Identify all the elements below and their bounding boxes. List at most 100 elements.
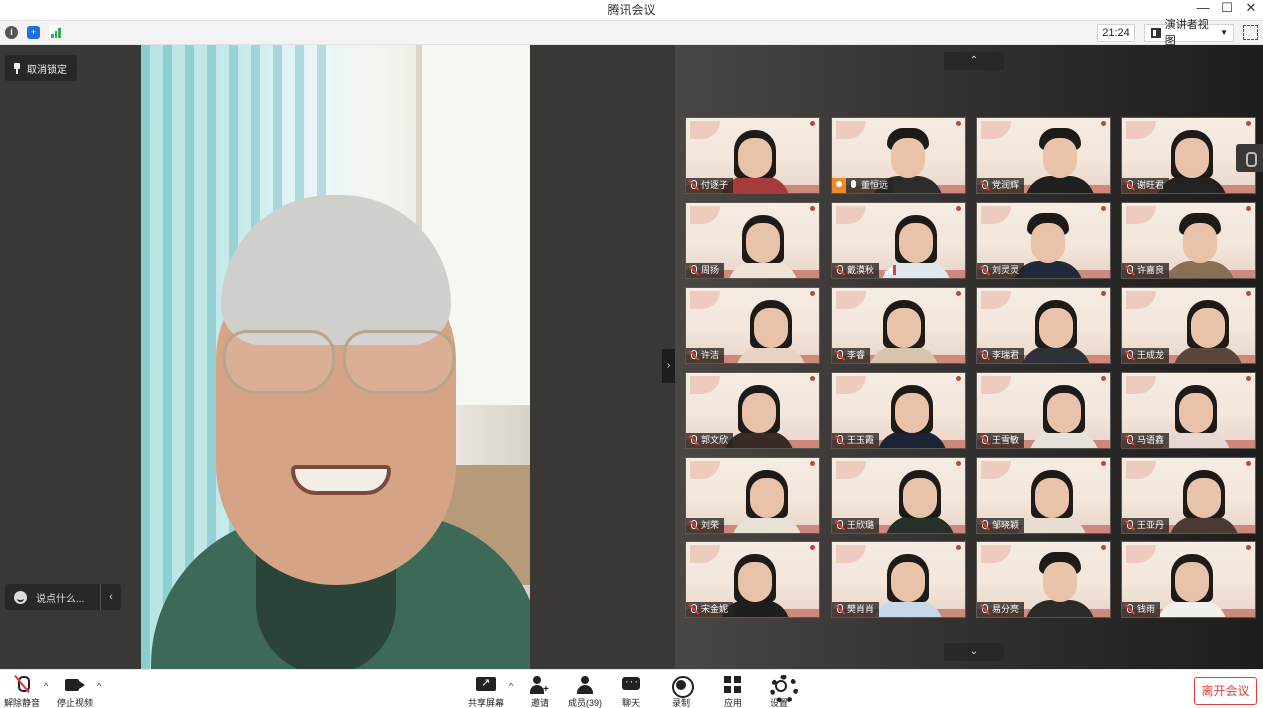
participant-tile[interactable]: 许嘉良 <box>1121 202 1256 279</box>
mic-muted-icon <box>835 520 844 531</box>
speaker-view: 取消锁定 说点什么... ‹ › <box>0 45 675 669</box>
participant-name-tag: 王雪敏 <box>977 433 1025 448</box>
unmute-button[interactable]: 解除静音 <box>4 675 40 708</box>
audio-options-caret[interactable]: ^ <box>44 681 48 691</box>
participant-name: 周扬 <box>701 265 720 275</box>
mic-muted-icon <box>689 520 698 531</box>
participant-name: 宋金妮 <box>701 604 729 614</box>
mic-muted-icon <box>689 350 698 361</box>
mic-on-icon <box>849 180 858 191</box>
participant-name-tag: 许洁 <box>686 348 725 363</box>
participant-tile[interactable]: 郭文欣 <box>685 372 820 449</box>
participant-tile[interactable]: 周扬 <box>685 202 820 279</box>
participant-name: 王雪敏 <box>992 435 1020 445</box>
participant-name: 马语鑫 <box>1137 435 1165 445</box>
minimize-icon[interactable]: — <box>1195 0 1211 16</box>
mic-muted-icon <box>835 604 844 615</box>
participant-name-tag: 许嘉良 <box>1122 263 1170 278</box>
collapse-chat-icon[interactable]: ‹ <box>101 591 121 603</box>
participant-tile[interactable]: 王雪敏 <box>976 372 1111 449</box>
speaker-view-icon <box>1151 28 1161 38</box>
participant-tile[interactable]: 王成龙 <box>1121 287 1256 364</box>
share-screen-button[interactable]: 共享屏幕 <box>468 675 504 708</box>
view-mode-dropdown[interactable]: 演讲者视图 ▼ <box>1144 19 1234 47</box>
dropdown-caret-icon: ▼ <box>1220 28 1228 37</box>
participant-name-tag: 李瑞君 <box>977 348 1025 363</box>
mic-muted-icon <box>980 265 989 276</box>
participant-name-tag: 马语鑫 <box>1122 433 1170 448</box>
mic-muted-icon <box>689 265 698 276</box>
participant-tile[interactable]: 易分亮 <box>976 541 1111 618</box>
share-options-caret[interactable]: ^ <box>509 681 513 691</box>
host-icon <box>832 178 846 193</box>
participant-tile[interactable]: 钱雨 <box>1121 541 1256 618</box>
participant-tile[interactable]: 王玉霞 <box>831 372 966 449</box>
share-screen-icon <box>475 675 497 695</box>
chat-input-placeholder[interactable]: 说点什么... <box>36 590 84 605</box>
gallery-scroll-up-button[interactable]: ⌃ <box>944 52 1004 70</box>
participant-tile[interactable]: 王欣璐 <box>831 457 966 534</box>
emoji-icon[interactable] <box>14 590 27 604</box>
participant-tile[interactable]: 董恒远 <box>831 117 966 194</box>
participant-name-tag: 易分亮 <box>977 602 1025 617</box>
mic-toggle-icon[interactable] <box>1236 144 1263 172</box>
mic-muted-icon <box>689 435 698 446</box>
mic-muted-icon <box>1125 520 1134 531</box>
quick-chat-box[interactable]: 说点什么... ‹ <box>5 584 121 610</box>
mic-muted-icon <box>835 350 844 361</box>
participant-name: 王成龙 <box>1137 350 1165 360</box>
participant-tile[interactable]: 刘荣 <box>685 457 820 534</box>
mic-muted-icon <box>980 520 989 531</box>
chat-button[interactable]: 聊天 <box>620 675 642 708</box>
participant-name: 李瑞君 <box>992 350 1020 360</box>
video-options-caret[interactable]: ^ <box>97 681 101 691</box>
record-icon <box>670 675 694 698</box>
close-icon[interactable]: ✕ <box>1243 0 1259 16</box>
participant-tile[interactable]: 宋金妮 <box>685 541 820 618</box>
share-screen-label: 共享屏幕 <box>468 698 505 708</box>
mic-muted-icon <box>1125 435 1134 446</box>
participant-name-tag: 王亚丹 <box>1122 518 1170 533</box>
stop-video-button[interactable]: 停止视频 <box>57 675 93 708</box>
participant-tile[interactable]: 付逐子 <box>685 117 820 194</box>
participant-tile[interactable]: 刘灵灵 <box>976 202 1111 279</box>
mic-muted-icon <box>1125 350 1134 361</box>
participant-name-tag: 邹晓颖 <box>977 518 1025 533</box>
leave-meeting-button[interactable]: 离开会议 <box>1194 677 1257 705</box>
participant-name: 党润辉 <box>992 180 1020 190</box>
participant-tile[interactable]: 邹晓颖 <box>976 457 1111 534</box>
participant-tile[interactable]: 王亚丹 <box>1121 457 1256 534</box>
apps-button[interactable]: 应用 <box>722 675 744 708</box>
participant-name: 付逐子 <box>701 180 729 190</box>
signal-icon[interactable] <box>49 26 63 39</box>
participant-name: 邹晓颖 <box>992 520 1020 530</box>
participant-tile[interactable]: 马语鑫 <box>1121 372 1256 449</box>
invite-user-icon: + <box>529 675 551 695</box>
record-button[interactable]: 录制 <box>670 675 694 708</box>
maximize-icon[interactable]: ☐ <box>1219 0 1235 16</box>
unpin-button[interactable]: 取消锁定 <box>5 55 77 81</box>
gear-icon <box>768 675 798 703</box>
participant-name: 王玉霞 <box>847 435 875 445</box>
participant-tile[interactable]: 樊肖肖 <box>831 541 966 618</box>
shield-icon[interactable]: + <box>27 26 40 39</box>
gallery-scroll-down-button[interactable]: ⌄ <box>944 643 1004 661</box>
invite-button[interactable]: + 邀请 <box>529 675 551 708</box>
participant-name-tag: 郭文欣 <box>686 433 734 448</box>
fullscreen-icon[interactable] <box>1243 25 1258 40</box>
participant-tile[interactable]: 李睿 <box>831 287 966 364</box>
participant-name-tag: 谢旺君 <box>1122 178 1170 193</box>
apps-grid-icon <box>722 675 744 695</box>
settings-button[interactable]: 设置 <box>768 675 798 708</box>
participant-tile[interactable]: 李瑞君 <box>976 287 1111 364</box>
participant-name: 刘荣 <box>701 520 720 530</box>
participant-tile[interactable]: 许洁 <box>685 287 820 364</box>
info-icon[interactable]: i <box>5 26 18 39</box>
participant-tile[interactable]: 戴漠秋 <box>831 202 966 279</box>
mic-muted-icon <box>980 435 989 446</box>
members-button[interactable]: 成员(39) <box>568 675 602 708</box>
participant-name: 易分亮 <box>992 604 1020 614</box>
gallery-toggle-button[interactable]: › <box>662 349 675 383</box>
mic-muted-icon <box>11 675 33 695</box>
participant-tile[interactable]: 党润辉 <box>976 117 1111 194</box>
